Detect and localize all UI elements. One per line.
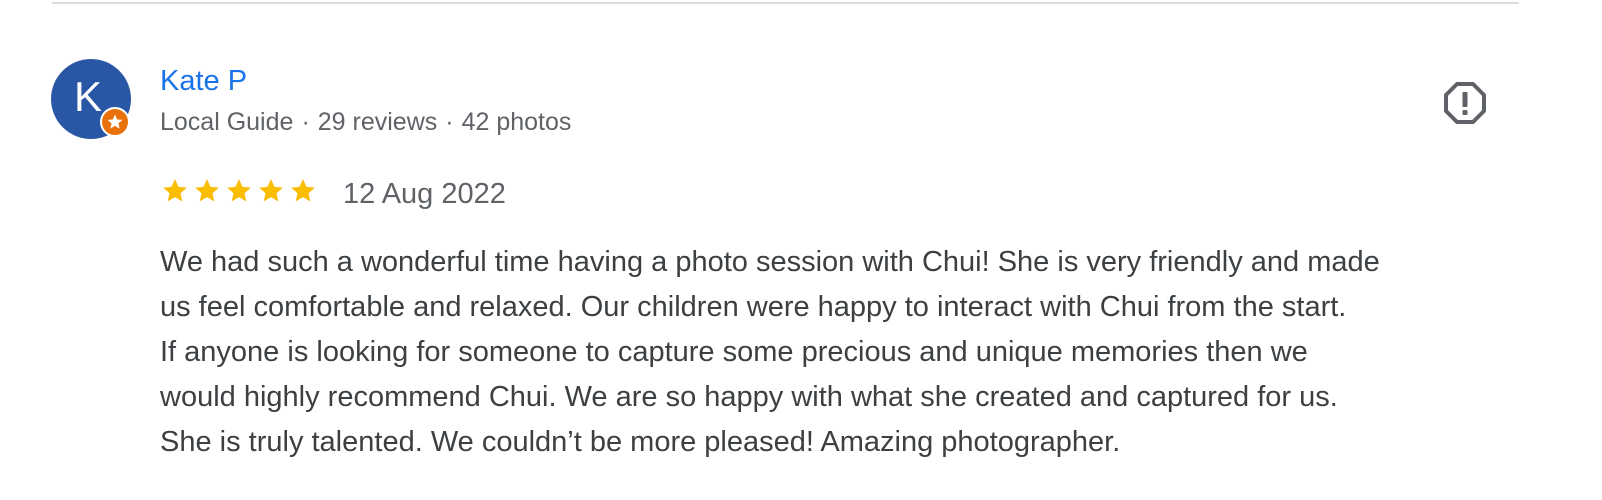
- review-text: We had such a wonderful time having a ph…: [160, 240, 1540, 465]
- star-icon: [259, 179, 283, 202]
- avatar-letter: K: [73, 73, 102, 120]
- author-name-link[interactable]: Kate P: [160, 64, 247, 98]
- local-guide-star-icon: [100, 107, 130, 137]
- star-icon: [195, 179, 219, 202]
- photo-count: 42 photos: [461, 108, 572, 136]
- star-icon: [163, 179, 187, 202]
- report-octagon-icon[interactable]: [1442, 80, 1488, 126]
- separator-dot: ·: [301, 108, 310, 136]
- local-guide-label: Local Guide: [160, 108, 294, 136]
- avatar[interactable]: K: [51, 59, 133, 141]
- separator-dot: ·: [445, 108, 454, 136]
- star-rating: [160, 176, 318, 206]
- review-text-line: us feel comfortable and relaxed. Our chi…: [160, 291, 1347, 323]
- star-icon: [227, 179, 251, 202]
- top-divider: [52, 2, 1519, 4]
- review-text-line: She is truly talented. We couldn’t be mo…: [160, 426, 1121, 458]
- review-date: 12 Aug 2022: [343, 178, 506, 210]
- review-text-line: We had such a wonderful time having a ph…: [160, 246, 1380, 278]
- star-icon: [291, 179, 315, 202]
- review-count: 29 reviews: [317, 108, 438, 136]
- review-text-line: If anyone is looking for someone to capt…: [160, 336, 1308, 368]
- review-text-line: would highly recommend Chui. We are so h…: [160, 381, 1338, 413]
- author-meta: Local Guide · 29 reviews · 42 photos: [160, 106, 571, 138]
